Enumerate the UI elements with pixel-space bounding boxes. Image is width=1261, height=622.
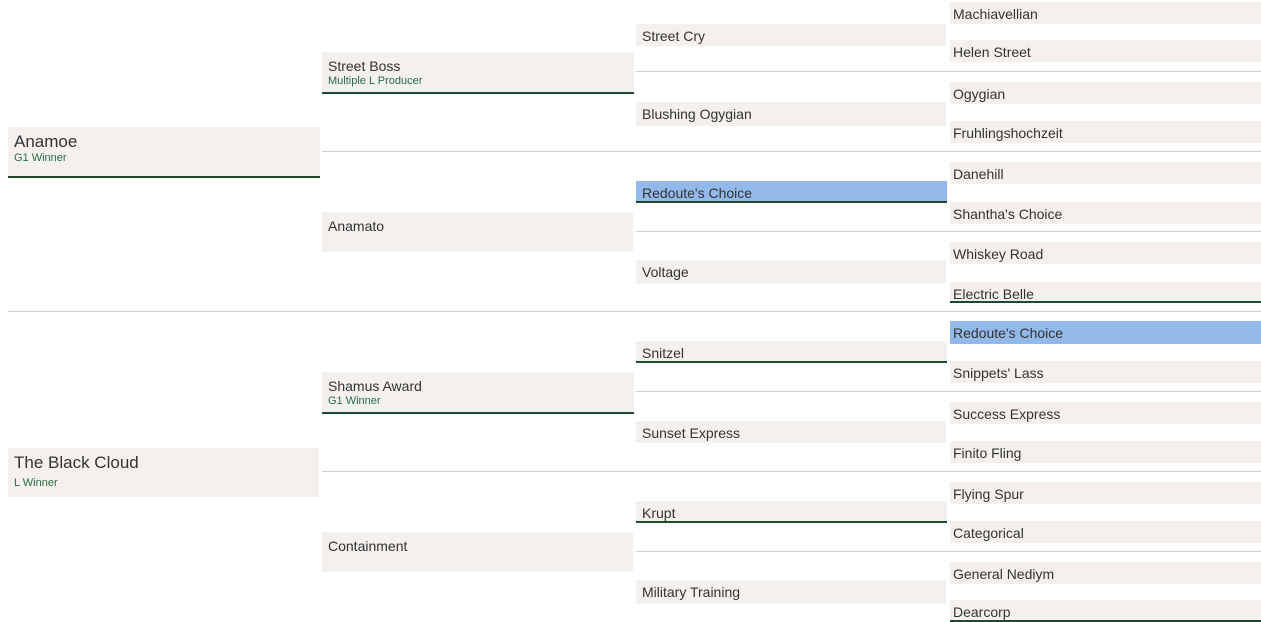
pedigree-sire[interactable]: Anamoe G1 Winner [8,127,320,178]
honour-label: G1 Winner [328,395,381,407]
horse-name: Krupt [642,505,676,521]
pedigree-ancestor-gen4[interactable]: Electric Belle [950,282,1261,303]
pedigree-ancestor-gen4[interactable]: Ogygian [950,82,1261,104]
pedigree-ancestor-gen4[interactable]: Danehill [950,162,1261,184]
pedigree-ancestor-gen4[interactable]: Categorical [950,521,1261,543]
horse-name: Snitzel [642,345,685,361]
separator-line [636,71,1261,72]
horse-name: General Nediym [953,566,1055,582]
pedigree-granddam[interactable]: Containment [322,532,633,572]
horse-name: Success Express [953,406,1061,422]
pedigree-ancestor-gen4[interactable]: Fruhlingshochzeit [950,121,1261,143]
horse-name: Danehill [953,166,1004,182]
pedigree-ancestor-gen4[interactable]: General Nediym [950,562,1261,584]
pedigree-ancestor-gen4[interactable]: Helen Street [950,40,1261,62]
pedigree-ancestor-gen3[interactable]: Voltage [636,260,946,284]
honour-label: G1 Winner [14,152,67,164]
pedigree-ancestor-gen4[interactable]: Whiskey Road [950,242,1261,264]
separator-line [8,311,1261,312]
separator-line [322,151,1261,152]
pedigree-grandsire[interactable]: Street Boss Multiple L Producer [322,52,634,94]
pedigree-ancestor-gen3[interactable]: Snitzel [636,341,947,363]
horse-name: Finito Fling [953,445,1022,461]
horse-name: Fruhlingshochzeit [953,125,1063,141]
separator-line [636,551,1261,552]
horse-name: Military Training [642,584,741,600]
pedigree-ancestor-gen4[interactable]: Dearcorp [950,600,1261,622]
pedigree-ancestor-gen3[interactable]: Blushing Ogygian [636,102,946,126]
pedigree-ancestor-gen3[interactable]: Military Training [636,580,946,604]
pedigree-ancestor-gen4[interactable]: Machiavellian [950,2,1261,24]
horse-name: Ogygian [953,86,1006,102]
horse-name: Street Cry [642,28,706,44]
horse-name: The Black Cloud [14,453,139,472]
horse-name: Whiskey Road [953,246,1044,262]
pedigree-ancestor-gen4[interactable]: Finito Fling [950,441,1261,463]
horse-name: Flying Spur [953,486,1024,502]
pedigree-ancestor-gen3[interactable]: Sunset Express [636,421,946,443]
horse-name: Street Boss [328,58,401,74]
horse-name: Redoute's Choice [953,325,1064,341]
pedigree-ancestor-gen4[interactable]: Success Express [950,402,1261,424]
horse-name: Voltage [642,264,689,280]
horse-name: Blushing Ogygian [642,106,752,122]
pedigree-dam[interactable]: The Black Cloud L Winner [8,448,319,497]
horse-name: Anamato [328,218,385,234]
separator-line [636,391,1261,392]
honour-label: Multiple L Producer [328,75,423,87]
pedigree-ancestor-gen3[interactable]: Krupt [636,501,947,523]
pedigree-ancestor-gen3[interactable]: Street Cry [636,24,946,46]
horse-name: Helen Street [953,44,1031,60]
pedigree-ancestor-gen4[interactable]: Redoute's Choice [950,321,1261,344]
horse-name: Shantha's Choice [953,206,1063,222]
horse-name: Categorical [953,525,1024,541]
pedigree-ancestor-gen4[interactable]: Flying Spur [950,482,1261,504]
pedigree-granddam[interactable]: Anamato [322,212,633,252]
pedigree-ancestor-gen3[interactable]: Redoute's Choice [636,181,947,203]
pedigree-ancestor-gen4[interactable]: Shantha's Choice [950,202,1261,224]
horse-name: Machiavellian [953,6,1038,22]
separator-line [636,231,1261,232]
horse-name: Sunset Express [642,425,741,441]
pedigree-grandsire[interactable]: Shamus Award G1 Winner [322,372,634,414]
horse-name: Shamus Award [328,378,422,394]
horse-name: Containment [328,538,408,554]
horse-name: Anamoe [14,132,78,151]
separator-line [322,471,1261,472]
pedigree-ancestor-gen4[interactable]: Snippets' Lass [950,361,1261,383]
horse-name: Snippets' Lass [953,365,1044,381]
horse-name: Redoute's Choice [642,185,753,201]
horse-name: Dearcorp [953,604,1011,620]
horse-name: Electric Belle [953,286,1034,302]
honour-label: L Winner [14,477,58,489]
